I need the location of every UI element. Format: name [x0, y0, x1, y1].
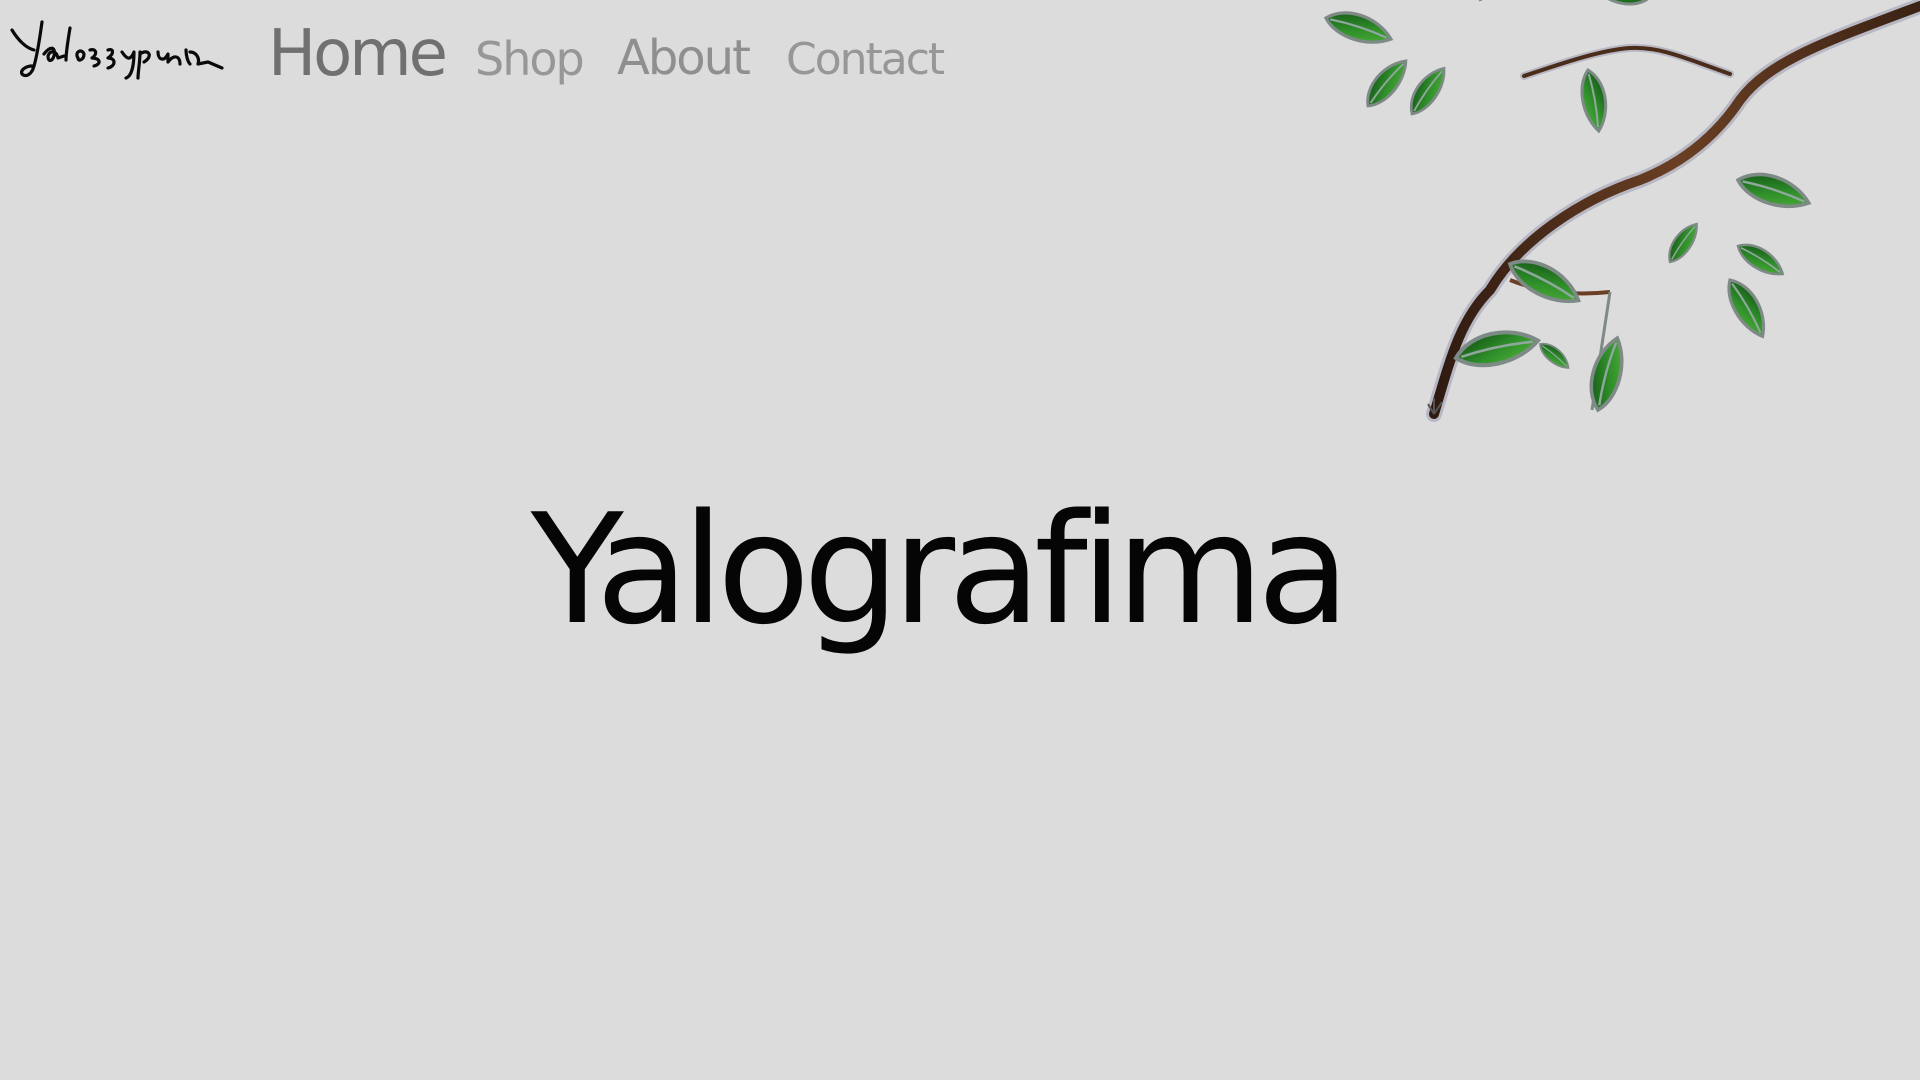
- nav-home-link[interactable]: Home: [268, 22, 448, 86]
- nav-contact-link[interactable]: Contact: [786, 38, 945, 82]
- nav-shop-link[interactable]: Shop: [475, 36, 585, 82]
- leafy-branch-illustration: [1320, 0, 1920, 422]
- page: Home Shop About Contact Yalografima: [0, 0, 1920, 1080]
- hero-title: Yalografima: [530, 480, 1350, 658]
- nav-about-link[interactable]: About: [617, 34, 751, 82]
- main-nav: Home Shop About Contact: [0, 0, 1000, 100]
